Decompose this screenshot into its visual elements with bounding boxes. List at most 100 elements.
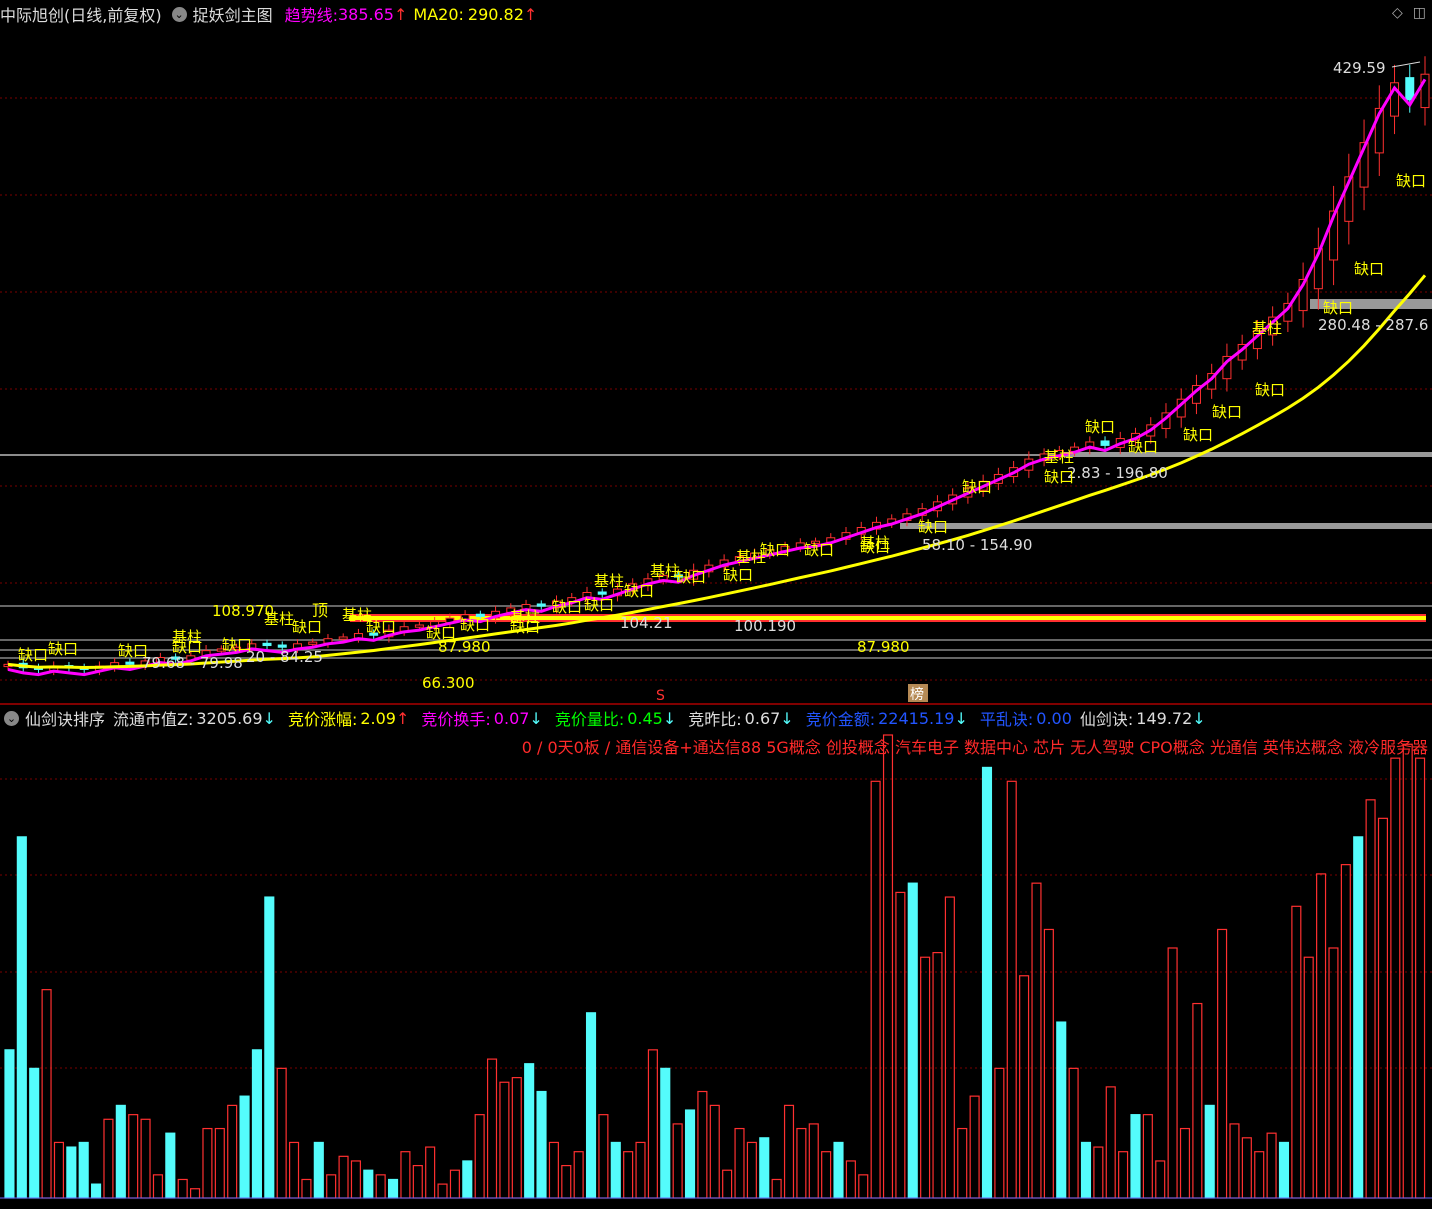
pillar-label: 基柱 — [650, 562, 680, 580]
volume-bar — [1080, 1141, 1092, 1199]
bid-prev-label: 竞昨比: — [688, 710, 742, 729]
candle-body — [1420, 73, 1430, 109]
high-price-label: 429.59 — [1333, 59, 1386, 77]
gap-label: 缺口 — [584, 596, 614, 614]
volume-bar — [870, 780, 881, 1199]
volume-bar — [363, 1169, 374, 1199]
volume-bar — [1155, 1160, 1166, 1199]
candle-body — [308, 641, 318, 645]
volume-bar — [338, 1155, 349, 1199]
volume-bar — [981, 766, 993, 1199]
volume-bar — [672, 1123, 683, 1199]
pillar-label: 基柱 — [736, 548, 766, 566]
volume-bar — [1105, 1086, 1116, 1199]
pillar-label: 基柱 — [342, 606, 372, 624]
gap-label: 缺口 — [1044, 468, 1074, 486]
volume-bars — [0, 734, 1432, 1199]
volume-bar — [1365, 799, 1376, 1199]
volume-bar — [1118, 1151, 1129, 1199]
volume-bar — [734, 1127, 745, 1199]
gap-label: 缺口 — [1183, 426, 1213, 444]
xjj-arrow: ↓ — [1192, 708, 1206, 728]
volume-bar — [1192, 1002, 1203, 1199]
gap-label: 缺口 — [460, 616, 490, 634]
volume-bar — [251, 1049, 262, 1199]
gap-label: 缺口 — [18, 646, 48, 664]
volume-bar — [895, 891, 906, 1199]
volume-bar — [400, 1151, 411, 1199]
sub-indicator-toggle-icon[interactable]: ⌄ — [4, 710, 19, 726]
pillar-label: 基柱 — [264, 610, 294, 628]
volume-bar — [623, 1151, 634, 1199]
volume-bar — [709, 1104, 720, 1199]
volume-bar — [845, 1160, 856, 1199]
candlesticks — [3, 56, 1430, 676]
pillar-label: 基柱 — [1044, 448, 1074, 466]
bid-change-arrow: ↑ — [395, 708, 410, 728]
volume-bar — [289, 1141, 300, 1199]
volume-bar — [66, 1146, 77, 1199]
volume-bar — [326, 1174, 337, 1199]
gap-label: 缺口 — [48, 640, 78, 658]
volume-bar — [486, 1058, 498, 1199]
candle-body — [597, 591, 607, 595]
gap-label: 缺口 — [222, 636, 252, 654]
level-label: 104.21 — [620, 614, 673, 632]
volume-bar — [1130, 1114, 1141, 1199]
volume-bar — [1303, 956, 1314, 1199]
volume-bar — [4, 1049, 15, 1199]
candle-body — [262, 642, 272, 647]
volume-bar — [573, 1151, 584, 1199]
gap-label: 缺口 — [1323, 299, 1353, 317]
gap-label: 缺口 — [1128, 438, 1158, 456]
volume-bar — [499, 1081, 510, 1199]
pillar-label: 基柱 — [860, 534, 890, 552]
volume-bar — [264, 896, 275, 1199]
volume-bar — [536, 1090, 547, 1199]
volume-bar — [1415, 757, 1426, 1199]
volume-bar — [239, 1095, 250, 1199]
volume-bar — [1402, 743, 1413, 1199]
volume-bar — [635, 1141, 646, 1199]
bid-prev-value: 0.67 — [744, 708, 781, 728]
rank-marker: 榜 — [910, 686, 924, 703]
pillar-label: 基柱 — [172, 628, 202, 646]
volume-bar — [1006, 780, 1017, 1199]
gap-label: 缺口 — [1354, 260, 1384, 278]
volume-bar — [858, 1174, 869, 1199]
volume-bar — [1229, 1123, 1240, 1199]
bid-volratio-value: 0.45 — [627, 708, 663, 728]
range-label: 20 - 84.25 — [246, 648, 323, 666]
volume-bar — [350, 1160, 361, 1199]
volume-bar — [647, 1049, 658, 1199]
volume-bar — [771, 1178, 782, 1199]
pillar-label: 基柱 — [594, 572, 624, 590]
volume-bar — [103, 1118, 114, 1199]
volume-bar — [561, 1164, 572, 1199]
candle-body — [536, 603, 546, 607]
volume-bar — [1328, 947, 1339, 1199]
gap-label: 缺口 — [1085, 418, 1115, 436]
volume-bar — [1217, 928, 1228, 1199]
sub-indicator-name[interactable]: 仙剑诀排序 — [25, 706, 105, 730]
volume-bar — [1353, 836, 1364, 1199]
gap-label: 缺口 — [292, 618, 322, 636]
gap-label: 缺口 — [426, 624, 456, 642]
volume-bar — [783, 1104, 795, 1199]
volume-bar — [511, 1077, 522, 1199]
zone-label: 2.83 - 196.80 — [1067, 464, 1168, 482]
volume-bar — [1291, 905, 1302, 1199]
bid-volratio-arrow: ↓ — [662, 708, 677, 728]
volume-bar — [957, 1127, 968, 1199]
volume-bar — [177, 1178, 188, 1199]
trend-line — [7, 78, 1427, 677]
volume-bar — [821, 1151, 832, 1199]
volume-bar — [16, 836, 27, 1199]
volume-bar — [462, 1160, 473, 1199]
volume-bar — [78, 1141, 89, 1199]
volume-bar — [1056, 1021, 1067, 1199]
volume-bar — [684, 1109, 696, 1199]
volume-bar — [190, 1188, 201, 1199]
volume-bar — [474, 1114, 485, 1199]
volume-bar — [276, 1067, 287, 1199]
